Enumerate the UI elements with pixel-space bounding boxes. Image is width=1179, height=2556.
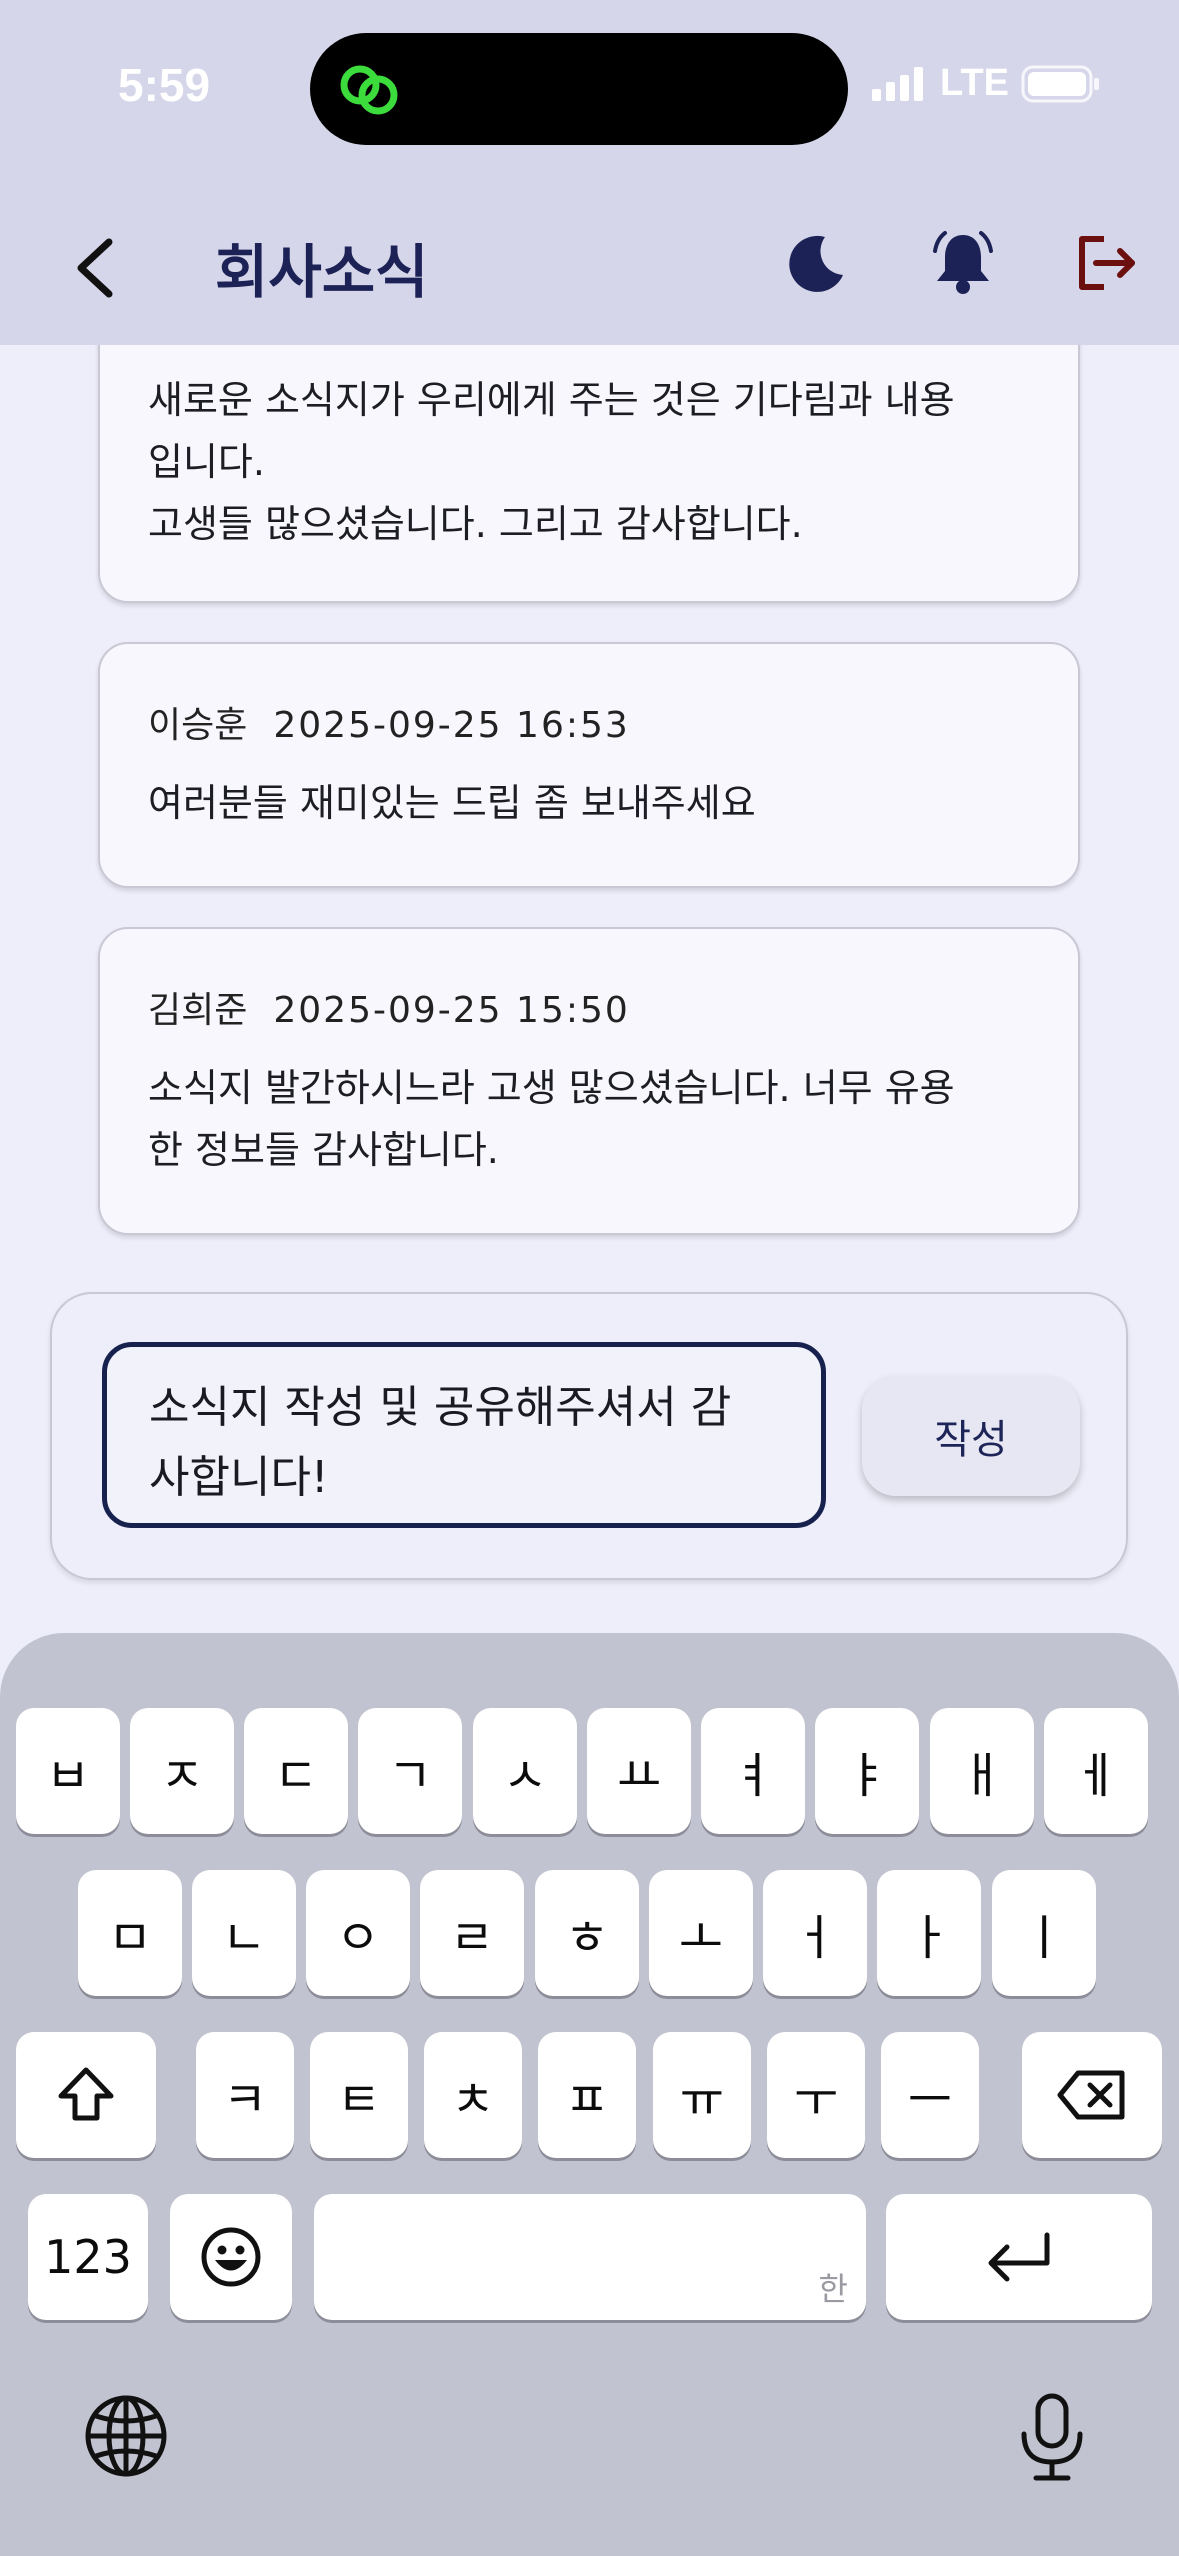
backspace-key[interactable] <box>1022 2032 1162 2158</box>
emoji-icon <box>201 2227 261 2287</box>
key[interactable]: ㅗ <box>649 1870 753 1996</box>
comment-meta: 김희준 2025-09-25 15:50 <box>148 981 630 1033</box>
comment-card: 새로운 소식지가 우리에게 주는 것은 기다림과 내용 입니다. 고생들 많으셨… <box>98 345 1080 603</box>
notification-button[interactable] <box>920 220 1006 306</box>
status-bar: 5:59 LTE <box>0 0 1179 190</box>
key[interactable]: ㅣ <box>992 1870 1096 1996</box>
key[interactable]: ㅋ <box>196 2032 294 2158</box>
comment-input[interactable]: 소식지 작성 및 공유해주셔서 감 사합니다! <box>102 1342 826 1528</box>
signal-icon <box>872 66 924 101</box>
key[interactable]: ㅛ <box>587 1708 691 1834</box>
key[interactable]: ㅜ <box>767 2032 865 2158</box>
comment-line: 입니다. <box>148 440 265 484</box>
return-icon <box>988 2232 1050 2282</box>
moon-icon <box>789 235 843 292</box>
comment-line: 고생들 많으셨습니다. 그리고 감사합니다. <box>148 502 803 546</box>
key[interactable]: ㅂ <box>16 1708 120 1834</box>
logout-icon <box>1079 236 1135 290</box>
battery-icon <box>1021 65 1099 102</box>
return-key[interactable] <box>886 2194 1152 2320</box>
key[interactable]: ㅔ <box>1044 1708 1148 1834</box>
key[interactable]: ㄷ <box>244 1708 348 1834</box>
status-time: 5:59 <box>118 59 211 111</box>
key[interactable]: ㄱ <box>358 1708 462 1834</box>
comment-line: 새로운 소식지가 우리에게 주는 것은 기다림과 내용 <box>148 378 955 422</box>
input-line: 소식지 작성 및 공유해주셔서 감 <box>149 1382 732 1433</box>
back-button[interactable] <box>56 228 136 308</box>
key[interactable]: ㄹ <box>420 1870 524 1996</box>
key[interactable]: ㅊ <box>424 2032 522 2158</box>
input-line: 사합니다! <box>149 1452 329 1503</box>
key[interactable]: ㅎ <box>535 1870 639 1996</box>
comment-line: 여러분들 재미있는 드립 좀 보내주세요 <box>148 781 756 825</box>
key[interactable]: ㅠ <box>653 2032 751 2158</box>
comment-list[interactable]: 새로운 소식지가 우리에게 주는 것은 기다림과 내용 입니다. 고생들 많으셨… <box>0 345 1179 1245</box>
comment-meta: 이승훈 2025-09-25 16:53 <box>148 696 630 748</box>
app-header: 회사소식 <box>0 190 1179 345</box>
globe-button[interactable] <box>80 2390 172 2486</box>
key[interactable]: ㄴ <box>192 1870 296 1996</box>
numbers-key[interactable]: 123 <box>28 2194 148 2320</box>
comment-compose: 소식지 작성 및 공유해주셔서 감 사합니다! 작성 <box>50 1292 1128 1580</box>
key[interactable]: ㅐ <box>930 1708 1034 1834</box>
comment-author: 이승훈 <box>148 705 248 746</box>
status-indicators: LTE <box>872 62 1101 105</box>
key[interactable]: ㅏ <box>877 1870 981 1996</box>
comment-body: 소식지 발간하시느라 고생 많으셨습니다. 너무 유용 한 정보들 감사합니다. <box>148 1057 1048 1181</box>
link-app-icon <box>340 65 398 115</box>
page-title: 회사소식 <box>215 238 429 306</box>
network-type: LTE <box>940 62 1009 104</box>
space-key[interactable]: 한 <box>314 2194 866 2320</box>
key[interactable]: ㅁ <box>78 1870 182 1996</box>
comment-date: 2025-09-25 16:53 <box>273 705 630 746</box>
language-hint: 한 <box>818 2270 848 2308</box>
comment-date: 2025-09-25 15:50 <box>273 990 630 1031</box>
emoji-key[interactable] <box>170 2194 292 2320</box>
comment-card: 김희준 2025-09-25 15:50 소식지 발간하시느라 고생 많으셨습니… <box>98 927 1080 1235</box>
comment-body: 여러분들 재미있는 드립 좀 보내주세요 <box>148 772 1048 834</box>
bell-icon <box>933 231 993 294</box>
logout-button[interactable] <box>1064 220 1150 306</box>
globe-icon <box>85 2395 167 2477</box>
submit-button[interactable]: 작성 <box>862 1376 1080 1496</box>
dynamic-island <box>310 33 848 145</box>
backspace-icon <box>1057 2070 1125 2120</box>
microphone-button[interactable] <box>1012 2390 1092 2490</box>
key[interactable]: ㅍ <box>538 2032 636 2158</box>
key[interactable]: ㅡ <box>881 2032 979 2158</box>
key[interactable]: ㅓ <box>763 1870 867 1996</box>
key[interactable]: ㅑ <box>815 1708 919 1834</box>
comment-line: 한 정보들 감사합니다. <box>148 1128 499 1172</box>
comment-author: 김희준 <box>148 990 248 1031</box>
comment-line: 소식지 발간하시느라 고생 많으셨습니다. 너무 유용 <box>148 1066 955 1110</box>
comment-card: 이승훈 2025-09-25 16:53 여러분들 재미있는 드립 좀 보내주세… <box>98 642 1080 888</box>
microphone-icon <box>1021 2393 1083 2481</box>
key[interactable]: ㅅ <box>473 1708 577 1834</box>
key[interactable]: ㅇ <box>306 1870 410 1996</box>
shift-icon <box>58 2067 114 2121</box>
key[interactable]: ㅈ <box>130 1708 234 1834</box>
shift-key[interactable] <box>16 2032 156 2158</box>
key[interactable]: ㅕ <box>701 1708 805 1834</box>
key[interactable]: ㅌ <box>310 2032 408 2158</box>
dark-mode-button[interactable] <box>774 220 860 306</box>
back-icon <box>77 238 113 298</box>
comment-body: 새로운 소식지가 우리에게 주는 것은 기다림과 내용 입니다. 고생들 많으셨… <box>148 369 1048 555</box>
